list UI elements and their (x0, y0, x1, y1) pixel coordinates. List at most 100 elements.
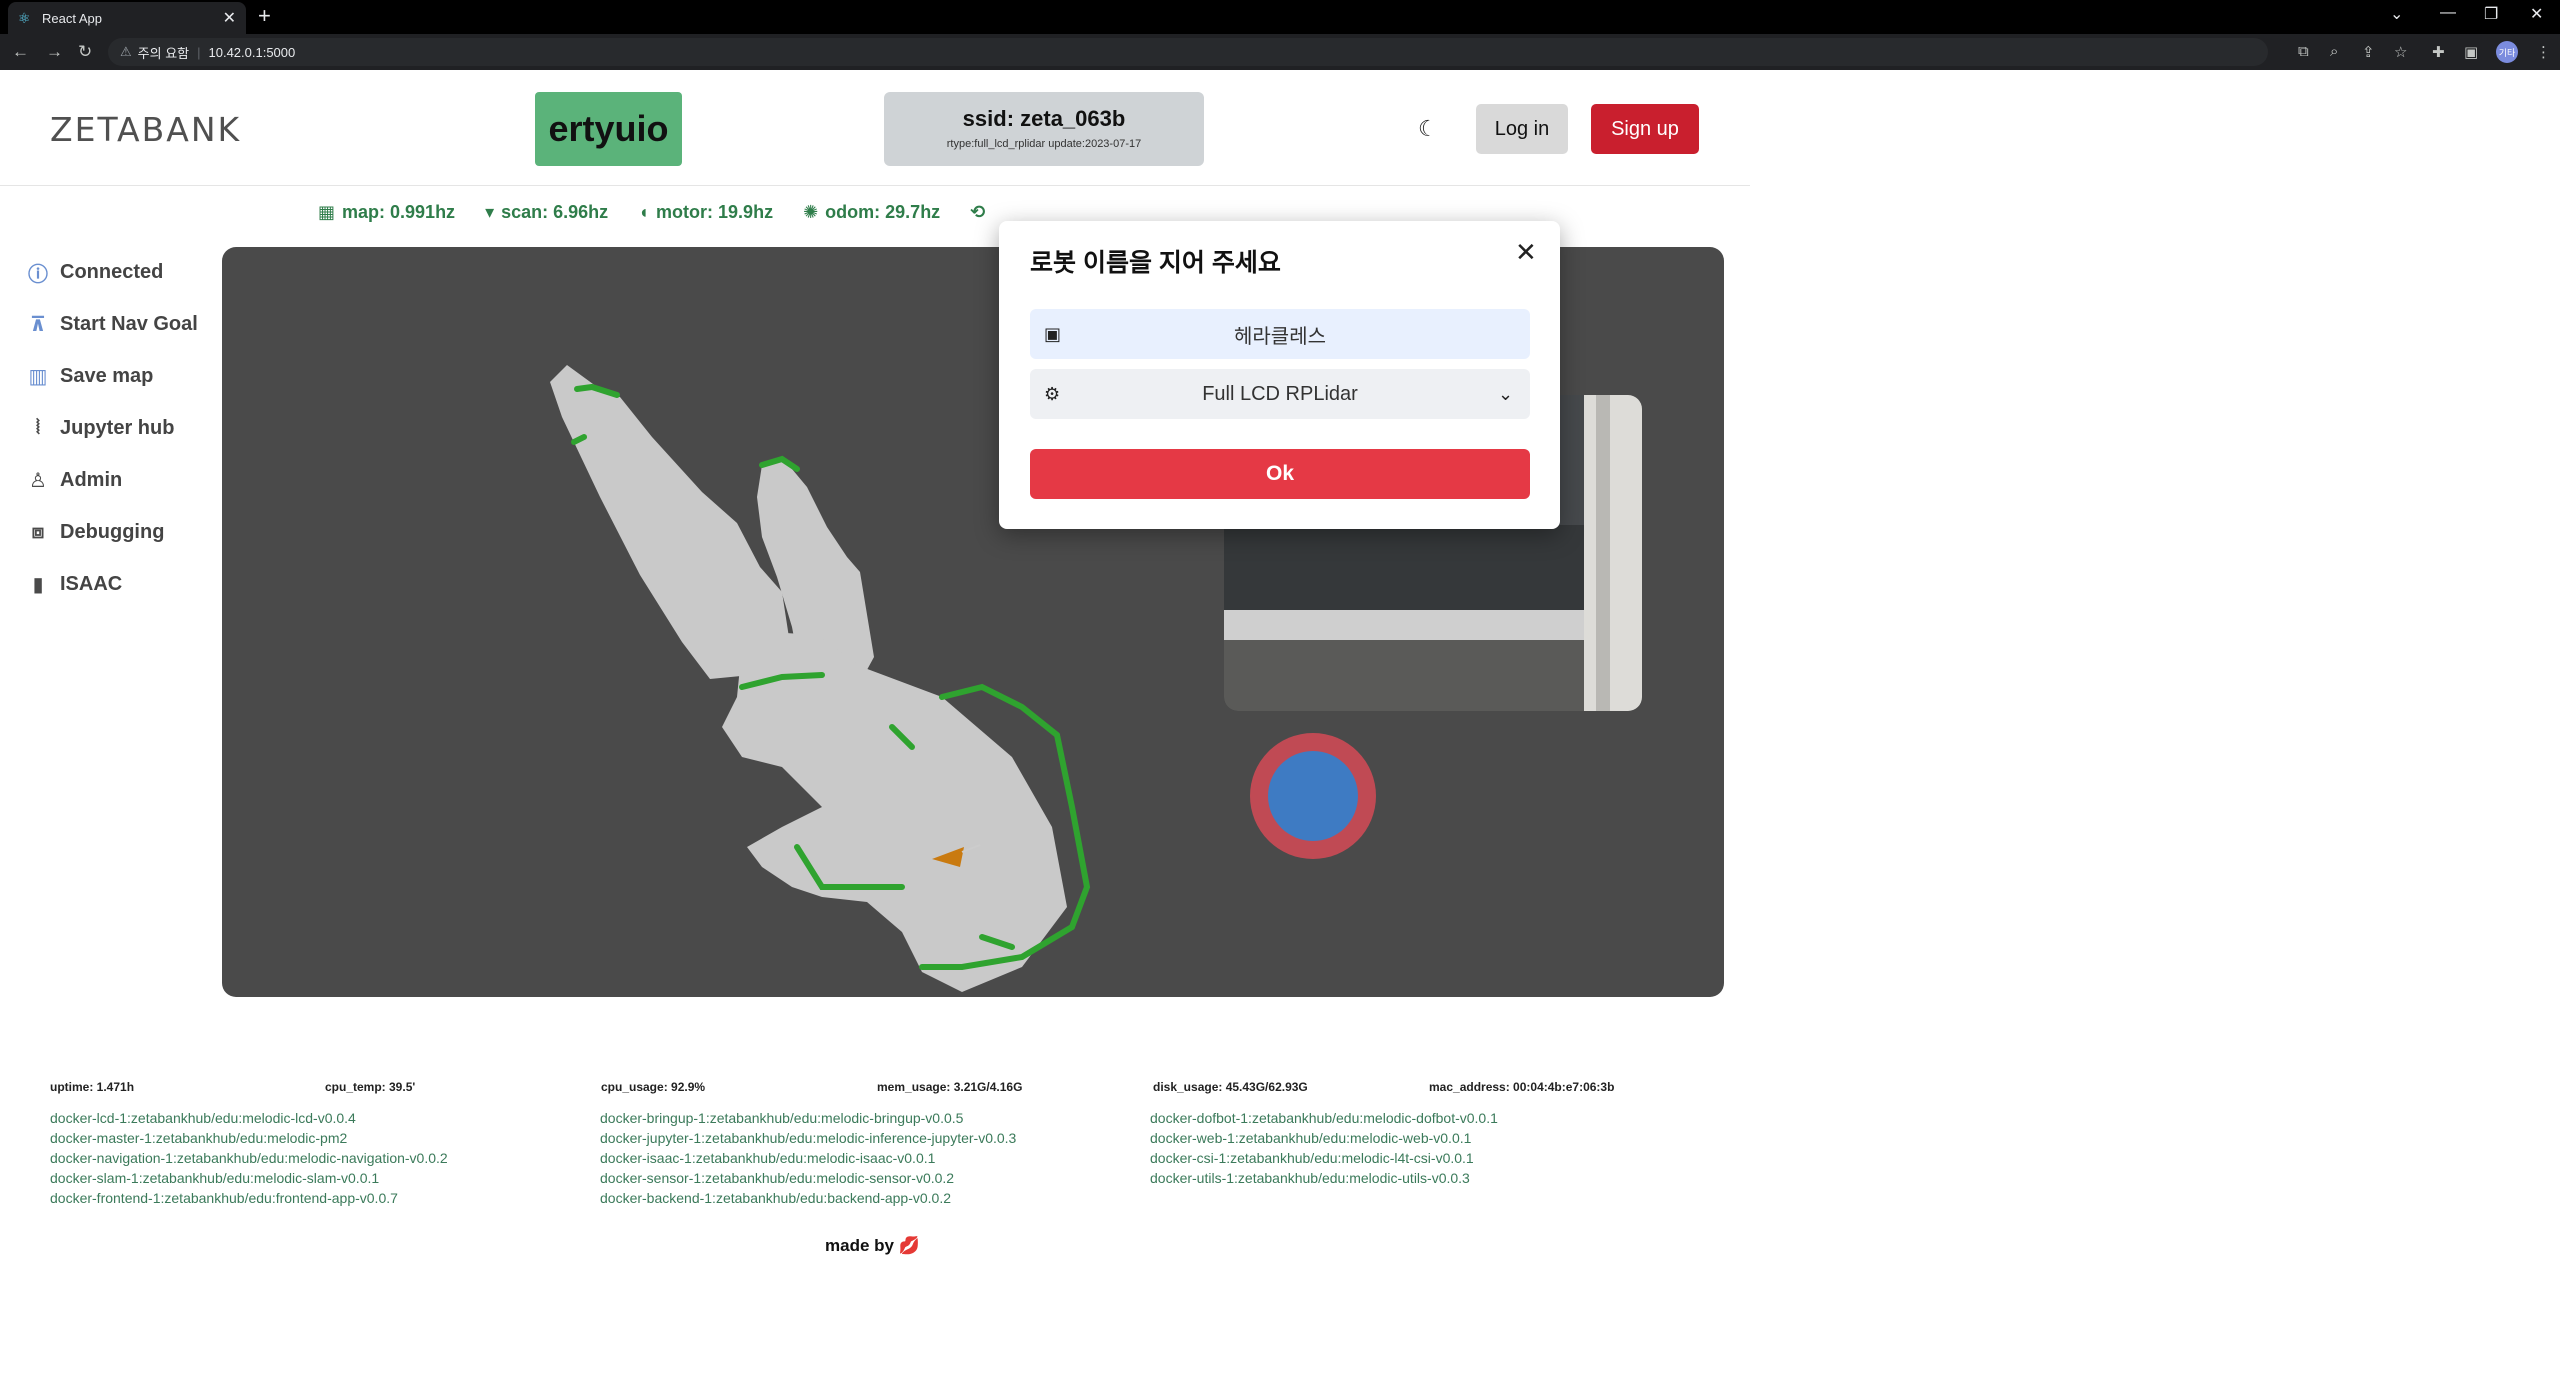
sidebar-item-label: Admin (60, 468, 123, 491)
side-panel-icon[interactable]: ▣ (2464, 43, 2478, 61)
docker-item: docker-utils-1:zetabankhub/edu:melodic-u… (1150, 1170, 1470, 1186)
admin-icon: ♙ (29, 469, 47, 492)
ssid-text: ssid: zeta_063b (962, 106, 1126, 131)
new-tab-button[interactable]: + (258, 3, 271, 29)
hz-scan: ▾ scan: 6.96hz (485, 202, 608, 223)
url-warning: 주의 요함 (137, 45, 190, 61)
translate-icon[interactable]: ⧉ (2298, 43, 2309, 60)
login-button[interactable]: Log in (1476, 104, 1568, 154)
mac-address: mac_address: 00:04:4b:e7:06:3b (1429, 1080, 1615, 1094)
sidebar-item-jupyter-hub[interactable]: ⦚ Jupyter hub (24, 402, 198, 454)
warning-icon: ⚠ (120, 44, 132, 59)
hz-map: ▦ map: 0.991hz (318, 202, 455, 223)
header-divider (0, 185, 1750, 186)
forward-icon[interactable]: → (46, 42, 63, 62)
docker-item: docker-bringup-1:zetabankhub/edu:melodic… (600, 1110, 964, 1126)
hz-motor-label: motor: 19.9hz (656, 202, 774, 222)
browser-tab-bar: ⚛ React App ✕ + ⌄ — ❐ ✕ (0, 0, 2560, 34)
docker-item: docker-sensor-1:zetabankhub/edu:melodic-… (600, 1170, 955, 1186)
mem-usage: mem_usage: 3.21G/4.16G (877, 1080, 1023, 1094)
modal-close-icon[interactable]: ✕ (1515, 237, 1537, 268)
hz-map-label: map: 0.991hz (342, 202, 456, 222)
back-icon[interactable]: ← (12, 42, 29, 62)
uptime: uptime: 1.471h (50, 1080, 135, 1094)
grid-icon: ▦ (318, 202, 336, 222)
zoom-icon[interactable]: ⌕ (2330, 43, 2338, 60)
disk-usage: disk_usage: 45.43G/62.93G (1153, 1080, 1308, 1094)
sidebar-item-save-map[interactable]: ▥ Save map (24, 350, 198, 402)
profile-avatar[interactable]: 기타 (2496, 41, 2518, 63)
tab-title: React App (42, 10, 102, 26)
sidebar-item-isaac[interactable]: ▮ ISAAC (24, 558, 198, 610)
hz-odom: ✺ odom: 29.7hz (803, 202, 940, 223)
connected-icon: ⓘ (28, 263, 48, 286)
ok-button[interactable]: Ok (1030, 449, 1530, 499)
robot-type-value: Full LCD RPLidar (1202, 382, 1358, 405)
gear-icon: ⚙ (1044, 383, 1061, 404)
sidebar-item-start-nav-goal[interactable]: ⊼ Start Nav Goal (24, 298, 198, 350)
sidebar: ⓘ Connected ⊼ Start Nav Goal ▥ Save map ⦚ Ju… (24, 246, 198, 610)
hz-extra: ⟲ (970, 202, 992, 223)
robot-name-badge[interactable]: ertyuio (535, 92, 682, 166)
menu-dots-icon[interactable]: ⋮ (2536, 43, 2551, 61)
cpu-usage: cpu_usage: 92.9% (601, 1080, 706, 1094)
docker-item: docker-jupyter-1:zetabankhub/edu:melodic… (600, 1130, 1017, 1146)
docker-item: docker-backend-1:zetabankhub/edu:backend… (600, 1190, 952, 1206)
sidebar-item-debugging[interactable]: ⧈ Debugging (24, 506, 198, 558)
joystick-handle[interactable] (1268, 751, 1358, 841)
docker-item: docker-frontend-1:zetabankhub/edu:fronte… (50, 1190, 398, 1206)
extensions-icon[interactable]: ✚ (2432, 43, 2445, 61)
debug-icon: ⧈ (31, 520, 45, 543)
robot-type-select[interactable]: ⚙ Full LCD RPLidar ⌄ (1030, 369, 1530, 419)
docker-item: docker-web-1:zetabankhub/edu:melodic-web… (1150, 1130, 1472, 1146)
chart-icon: ▮ (32, 573, 44, 596)
bookmark-star-icon[interactable]: ☆ (2394, 43, 2407, 61)
close-tab-icon[interactable]: ✕ (223, 8, 236, 28)
address-bar[interactable]: ⚠ 주의 요함 | 10.42.0.1:5000 (108, 38, 2268, 66)
gear-icon: ✺ (803, 202, 819, 222)
sidebar-item-admin[interactable]: ♙ Admin (24, 454, 198, 506)
robot-name-value: 헤라클레스 (1234, 325, 1326, 348)
signup-button[interactable]: Sign up (1591, 104, 1699, 154)
robot-name-input[interactable]: ▣ 헤라클레스 (1030, 309, 1530, 359)
made-by-footer: made by 💋 (825, 1236, 920, 1255)
modal-title: 로봇 이름을 지어 주세요 (1030, 249, 1281, 277)
brand-logo[interactable]: ZETABANK (50, 110, 241, 149)
robot-icon: ⟲ (970, 202, 986, 222)
url-separator: | (197, 44, 201, 60)
minimize-icon[interactable]: — (2440, 4, 2456, 22)
sidebar-item-label: Debugging (60, 520, 165, 543)
docker-item: docker-navigation-1:zetabankhub/edu:melo… (50, 1150, 448, 1166)
docker-item: docker-master-1:zetabankhub/edu:melodic-… (50, 1130, 348, 1146)
motor-icon: ◖ (638, 202, 650, 222)
browser-tab[interactable]: ⚛ React App ✕ (8, 2, 246, 34)
sidebar-item-label: ISAAC (60, 572, 123, 595)
hz-odom-label: odom: 29.7hz (825, 202, 941, 222)
map-icon: ▥ (28, 365, 48, 388)
hz-stats: ▦ map: 0.991hz ▾ scan: 6.96hz ◖ motor: 19.9… (318, 202, 1022, 223)
docker-list-col1: docker-lcd-1:zetabankhub/edu:melodic-lcd… (50, 1108, 448, 1208)
url-text: 10.42.0.1:5000 (208, 44, 296, 60)
docker-item: docker-dofbot-1:zetabankhub/edu:melodic-… (1150, 1110, 1498, 1126)
dark-mode-moon-icon[interactable]: ☾ (1418, 116, 1438, 142)
chevron-down-icon: ⌄ (1498, 383, 1514, 404)
docker-item: docker-slam-1:zetabankhub/edu:melodic-sl… (50, 1170, 380, 1186)
browser-toolbar: ← → ↻ ⚠ 주의 요함 | 10.42.0.1:5000 ⧉ ⌕ ⇪ ☆ ✚… (0, 34, 2560, 70)
sidebar-item-connected[interactable]: ⓘ Connected (24, 246, 198, 298)
sidebar-item-label: Jupyter hub (60, 416, 175, 439)
sidebar-item-label: Save map (60, 364, 154, 387)
ssid-panel: ssid: zeta_063b rtype:full_lcd_rplidar u… (884, 92, 1204, 166)
hz-motor: ◖ motor: 19.9hz (638, 202, 773, 223)
robot-name-modal: 로봇 이름을 지어 주세요 ✕ ▣ 헤라클레스 ⚙ Full LCD RPLid… (999, 221, 1560, 529)
tab-search-icon[interactable]: ⌄ (2390, 4, 2403, 24)
react-icon: ⚛ (18, 10, 31, 26)
window-close-icon[interactable]: ✕ (2530, 4, 2543, 24)
cpu-temp: cpu_temp: 39.5' (325, 1080, 416, 1094)
docker-list-col3: docker-dofbot-1:zetabankhub/edu:melodic-… (1150, 1108, 1498, 1188)
reload-icon[interactable]: ↻ (78, 42, 92, 62)
docker-item: docker-isaac-1:zetabankhub/edu:melodic-i… (600, 1150, 936, 1166)
restore-icon[interactable]: ❐ (2484, 4, 2498, 24)
app-page: ZETABANK ertyuio ssid: zeta_063b rtype:f… (0, 70, 2560, 1392)
jupyter-icon: ⦚ (35, 416, 41, 439)
share-icon[interactable]: ⇪ (2362, 43, 2375, 61)
